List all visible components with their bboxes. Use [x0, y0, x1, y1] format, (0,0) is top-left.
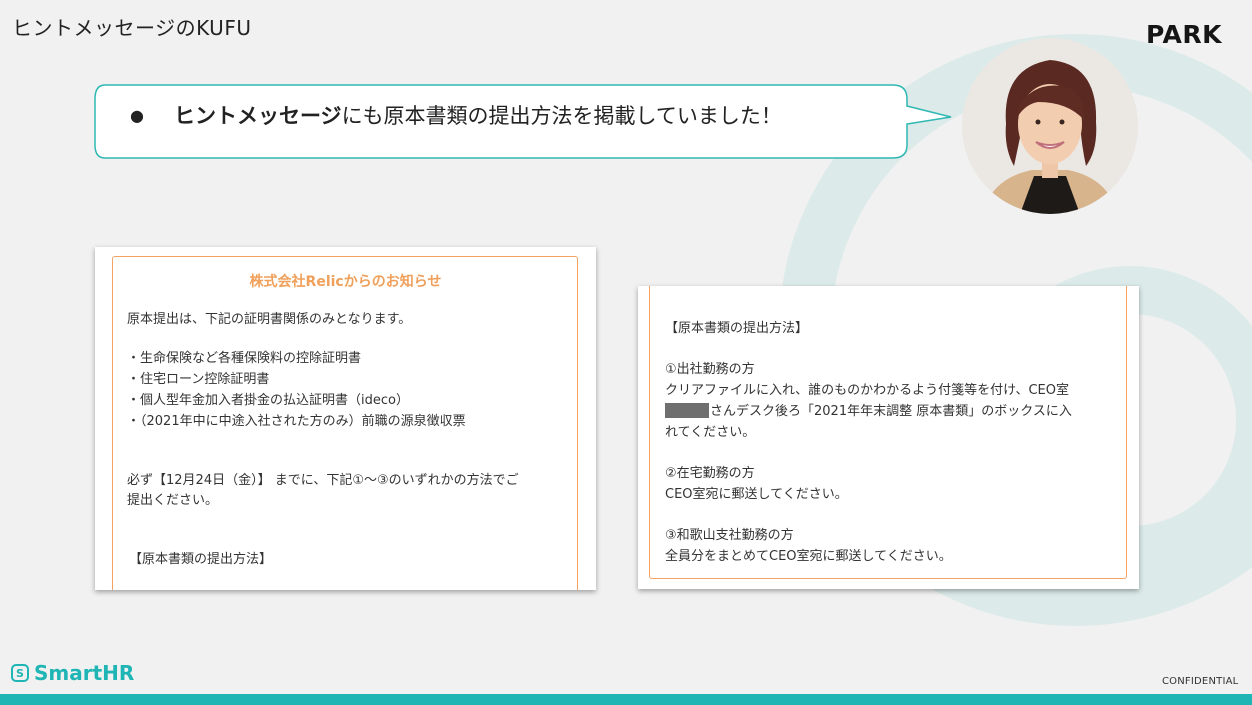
bottom-accent-bar	[0, 694, 1252, 705]
bubble-message: ● ヒントメッセージにも原本書類の提出方法を掲載していました！	[130, 100, 782, 130]
notice-line: ①出社勤務の方	[665, 362, 755, 377]
redacted-name-block	[665, 403, 709, 418]
slide-title: ヒントメッセージのKUFU	[12, 16, 252, 40]
avatar	[962, 38, 1138, 214]
notice-line: CEO室宛に郵送してください。	[665, 487, 848, 502]
smarthr-logo: S SmartHR	[11, 661, 134, 685]
smarthr-wordmark: SmartHR	[34, 661, 135, 685]
notice-line: 全員分をまとめてCEO室宛に郵送してください。	[665, 549, 952, 564]
confidential-label: CONFIDENTIAL	[1162, 676, 1239, 687]
notice-line: ・（2021年中に中途入社された方のみ）前職の源泉徴収票	[127, 414, 466, 429]
notice-line: ②在宅勤務の方	[665, 466, 755, 481]
notice-line: ・生命保険など各種保険料の控除証明書	[127, 351, 362, 366]
person-photo-icon	[962, 38, 1138, 214]
notice-line: 原本提出は、下記の証明書関係のみとなります。	[127, 312, 412, 327]
bubble-bold-text: ヒントメッセージ	[173, 104, 342, 128]
park-logo: PARK	[1146, 20, 1222, 49]
slide: ヒントメッセージのKUFU PARK ● ヒントメッセージにも原本書類の提出方法を…	[0, 0, 1252, 705]
notice-document-left: 株式会社Relicからのお知らせ 原本提出は、下記の証明書関係のみとなります。 …	[95, 247, 596, 590]
notice-line: 提出ください。	[127, 493, 219, 508]
notice-line: ③和歌山支社勤務の方	[665, 528, 794, 543]
notice-line: ・個人型年金加入者掛金の払込証明書（ideco）	[127, 393, 409, 408]
notice-line: 必ず【12月24日（金）】 までに、下記①〜③のいずれかの方法でご	[127, 473, 519, 488]
notice-line: 【原本書類の提出方法】	[665, 321, 809, 336]
notice-line: さんデスク後ろ「2021年年末調整 原本書類」のボックスに入	[665, 400, 1072, 419]
smarthr-mark-icon: S	[11, 664, 29, 682]
notice-line: クリアファイルに入れ、誰のものかわかるよう付箋等を付け、CEO室	[665, 383, 1070, 398]
notice-line-text: さんデスク後ろ「2021年年末調整 原本書類」のボックスに入	[710, 404, 1072, 419]
notice-line: れてください。	[665, 425, 756, 440]
bubble-text: にも原本書類の提出方法を掲載していました！	[341, 104, 782, 128]
notice-document-right: 【原本書類の提出方法】 ①出社勤務の方 クリアファイルに入れ、誰のものかわかるよ…	[638, 286, 1139, 589]
bullet: ●	[130, 106, 144, 125]
notice-line: ・住宅ローン控除証明書	[127, 372, 270, 387]
notice-line: 【原本書類の提出方法】	[129, 552, 273, 567]
notice-heading: 株式会社Relicからのお知らせ	[249, 274, 442, 290]
